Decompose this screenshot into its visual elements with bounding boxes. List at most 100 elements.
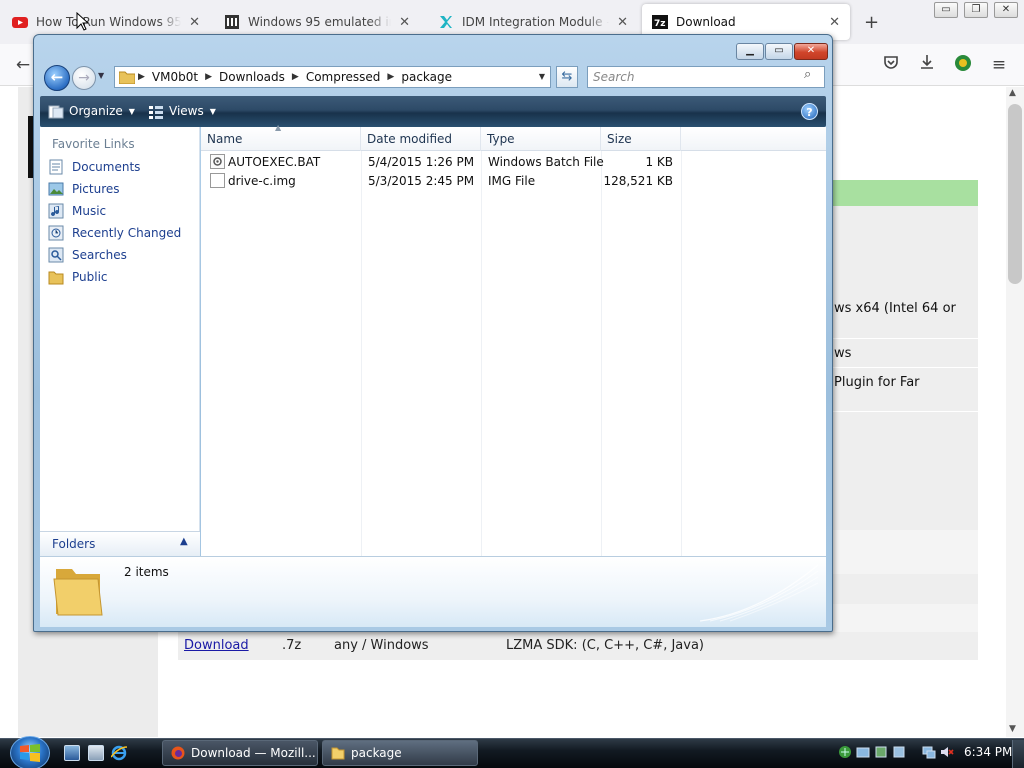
chevron-right-icon[interactable]: ▶ xyxy=(205,72,212,82)
scroll-up-icon[interactable]: ▲ xyxy=(1009,88,1016,98)
volume-muted-icon[interactable] xyxy=(940,745,954,759)
menu-icon[interactable]: ≡ xyxy=(988,54,1010,76)
download-platform: any / Windows xyxy=(334,638,429,653)
row-text: ws xyxy=(834,346,852,361)
tab-label: How To Run Windows 95 In xyxy=(36,15,182,29)
address-dropdown-icon[interactable]: ▼ xyxy=(535,67,549,87)
chevron-right-icon[interactable]: ▶ xyxy=(292,72,299,82)
youtube-icon xyxy=(12,17,28,28)
tab-close-icon[interactable]: ✕ xyxy=(399,15,410,30)
refresh-icon[interactable]: ⇆ xyxy=(556,66,578,88)
show-desktop-button[interactable] xyxy=(1012,740,1024,768)
taskbar-item-firefox[interactable]: Download — Mozill... xyxy=(162,740,318,766)
details-pane: 2 items xyxy=(40,556,826,627)
download-link[interactable]: Download xyxy=(184,638,249,653)
column-type[interactable]: Type xyxy=(481,127,601,151)
forward-button[interactable]: → xyxy=(72,66,96,90)
folder-icon xyxy=(119,71,135,84)
sort-ascending-icon: ▲ xyxy=(275,123,282,132)
extension-globe-icon[interactable] xyxy=(952,54,974,76)
scroll-down-icon[interactable]: ▼ xyxy=(1009,724,1016,734)
tray-app-icon[interactable] xyxy=(892,745,906,759)
page-row xyxy=(832,604,978,632)
back-arrow-icon[interactable]: ← xyxy=(12,54,34,76)
switch-windows-icon[interactable] xyxy=(88,745,104,761)
page-gutter xyxy=(0,87,18,737)
search-icon[interactable]: ⌕ xyxy=(804,67,811,82)
taskbar-item-package[interactable]: package xyxy=(322,740,478,766)
tab-close-icon[interactable]: ✕ xyxy=(617,15,628,30)
7zip-icon: 7z xyxy=(652,15,668,29)
file-type: Windows Batch File xyxy=(488,155,604,169)
favorite-music[interactable]: Music xyxy=(48,201,106,221)
command-bar: Organize ▼ Views ▼ ? xyxy=(40,96,826,127)
favorite-pictures[interactable]: Pictures xyxy=(48,179,120,199)
chevron-right-icon[interactable]: ▶ xyxy=(387,72,394,82)
explorer-close-button[interactable]: ✕ xyxy=(794,43,828,60)
column-divider xyxy=(481,151,482,556)
favorite-documents[interactable]: Documents xyxy=(48,157,140,177)
show-desktop-icon[interactable] xyxy=(64,745,80,761)
breadcrumb-user[interactable]: VM0b0t xyxy=(152,70,198,84)
address-bar[interactable]: ▶ VM0b0t ▶ Downloads ▶ Compressed ▶ pack… xyxy=(114,66,551,88)
documents-icon xyxy=(49,159,63,175)
item-count: 2 items xyxy=(124,565,169,579)
tray-network-status-icon[interactable] xyxy=(922,745,936,759)
chevron-right-icon[interactable]: ▶ xyxy=(138,72,145,82)
browser-maximize-button[interactable]: ❐ xyxy=(964,2,988,18)
column-date-modified[interactable]: Date modified xyxy=(361,127,481,151)
column-size[interactable]: Size xyxy=(601,127,681,151)
history-dropdown-icon[interactable]: ▼ xyxy=(98,71,104,80)
pocket-icon[interactable] xyxy=(880,54,902,76)
tab-close-icon[interactable]: ✕ xyxy=(189,15,200,30)
file-row[interactable]: drive-c.img 5/3/2015 2:45 PM IMG File 12… xyxy=(201,172,681,191)
decorative-swoosh xyxy=(700,564,819,622)
scrollbar-thumb[interactable] xyxy=(1008,104,1022,284)
favorite-recently-changed[interactable]: Recently Changed xyxy=(48,223,181,243)
file-row[interactable]: AUTOEXEC.BAT 5/4/2015 1:26 PM Windows Ba… xyxy=(201,153,681,172)
system-clock[interactable]: 6:34 PM xyxy=(964,745,1012,759)
views-button[interactable]: Views ▼ xyxy=(148,96,216,127)
idm-icon xyxy=(440,16,452,28)
explorer-maximize-button[interactable]: ▭ xyxy=(765,43,793,60)
music-icon xyxy=(48,203,64,219)
internet-explorer-icon[interactable] xyxy=(111,745,127,761)
favorite-label: Public xyxy=(72,270,108,284)
folder-icon xyxy=(53,569,103,616)
page-row: ws x64 (Intel 64 or xyxy=(832,294,978,339)
downloads-icon[interactable] xyxy=(916,54,938,76)
explorer-minimize-button[interactable]: ▁ xyxy=(736,43,764,60)
tray-app-icon[interactable] xyxy=(874,745,888,759)
taskbar-item-label: package xyxy=(351,746,402,760)
search-input[interactable]: Search xyxy=(587,66,825,88)
tab-label: IDM Integration Module – Ge xyxy=(462,15,609,29)
file-type: IMG File xyxy=(488,174,536,188)
dropdown-arrow-icon: ▼ xyxy=(128,107,135,116)
column-divider xyxy=(601,151,602,556)
download-description: LZMA SDK: (C, C++, C#, Java) xyxy=(506,638,704,653)
help-icon[interactable]: ? xyxy=(801,103,818,120)
favorite-searches[interactable]: Searches xyxy=(48,245,127,265)
breadcrumb-compressed[interactable]: Compressed xyxy=(306,70,381,84)
download-ext: .7z xyxy=(282,638,302,653)
new-tab-button[interactable]: + xyxy=(864,12,879,33)
taskbar-item-label: Download — Mozill... xyxy=(191,746,316,760)
favorite-public[interactable]: Public xyxy=(48,267,108,287)
back-button[interactable]: ← xyxy=(44,65,70,91)
chevron-up-icon[interactable]: ▲ xyxy=(180,536,188,547)
browser-minimize-button[interactable]: ▭ xyxy=(934,2,958,18)
browser-close-button[interactable]: ✕ xyxy=(994,2,1018,18)
views-icon xyxy=(149,105,163,119)
folders-toggle[interactable]: Folders xyxy=(40,531,200,556)
column-divider xyxy=(681,151,682,556)
navigation-pane: Favorite Links Documents Pictures Music … xyxy=(40,127,200,556)
favorite-label: Documents xyxy=(72,160,141,174)
breadcrumb-downloads[interactable]: Downloads xyxy=(219,70,285,84)
organize-button[interactable]: Organize ▼ xyxy=(48,96,135,127)
network-icon[interactable] xyxy=(838,745,852,759)
organize-icon xyxy=(48,105,64,118)
download-row: Download .7z any / Windows LZMA SDK: (C,… xyxy=(178,632,978,660)
tray-app-icon[interactable] xyxy=(856,745,870,759)
breadcrumb-package[interactable]: package xyxy=(401,70,452,84)
tab-close-icon[interactable]: ✕ xyxy=(829,15,840,30)
